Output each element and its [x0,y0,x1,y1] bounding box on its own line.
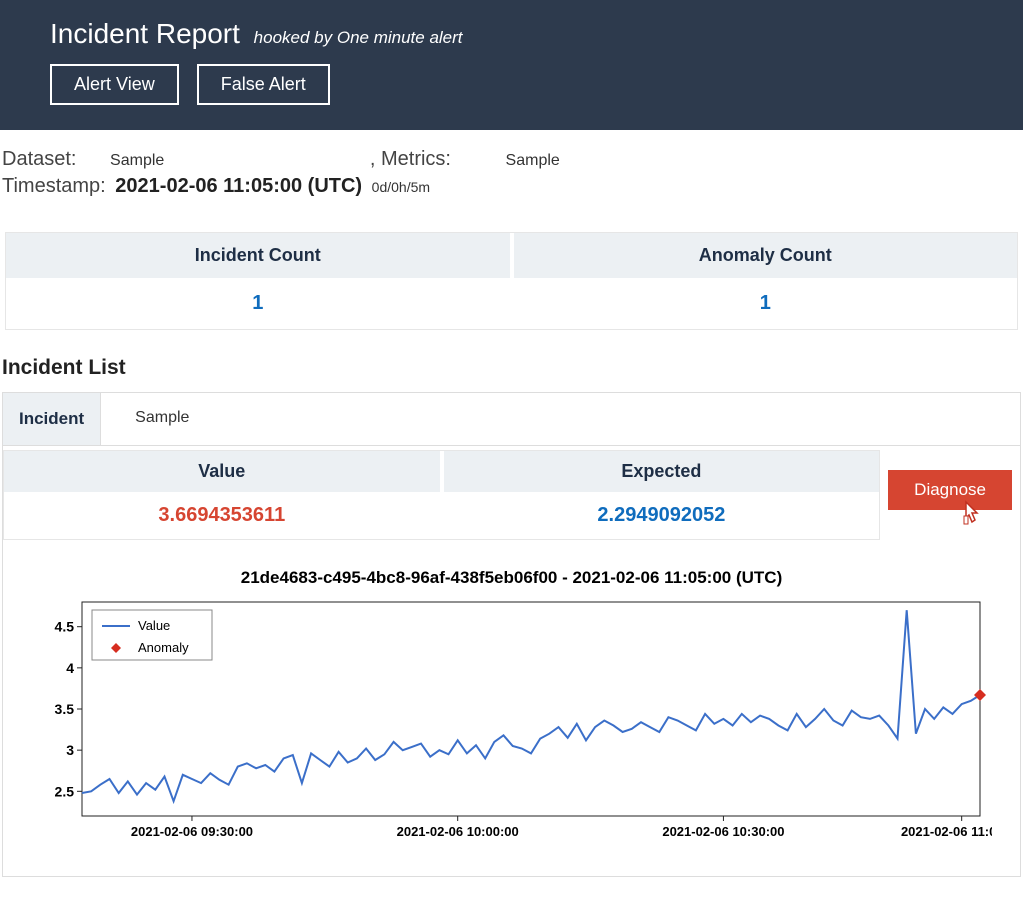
timestamp-row: Timestamp: 2021-02-06 11:05:00 (UTC) 0d/… [2,175,1021,198]
expected-number: 2.2949092052 [444,492,880,539]
counts-table: Incident Count 1 Anomaly Count 1 [5,232,1018,330]
header-bar: Incident Report hooked by One minute ale… [0,0,1023,130]
value-number: 3.6694353611 [4,492,440,539]
expected-header: Expected [444,451,880,492]
anomaly-count-col: Anomaly Count 1 [514,233,1018,329]
alert-view-button[interactable]: Alert View [50,64,179,105]
svg-text:2.5: 2.5 [54,783,74,799]
metadata-section: Dataset: Sample , Metrics: Sample Timest… [0,130,1023,208]
header-button-row: Alert View False Alert [50,64,973,105]
incident-panel: Incident Sample Value 3.6694353611 Expec… [2,392,1021,877]
incident-count-value: 1 [6,278,510,329]
svg-text:Anomaly: Anomaly [138,640,189,655]
svg-text:2021-02-06 10:30:00: 2021-02-06 10:30:00 [662,824,784,839]
dataset-value: Sample [110,152,164,169]
metrics-label: , Metrics: [370,148,451,170]
svg-text:4: 4 [66,660,74,676]
incident-count-col: Incident Count 1 [6,233,514,329]
value-expected-row: Value 3.6694353611 Expected 2.2949092052… [3,446,1020,540]
title-text: Incident Report [50,18,240,49]
svg-text:Value: Value [138,618,170,633]
timestamp-label: Timestamp: [2,175,106,197]
svg-text:3: 3 [66,742,74,758]
tab-incident[interactable]: Incident [3,393,101,445]
chart-container: 21de4683-c495-4bc8-96af-438f5eb06f00 - 2… [3,540,1020,876]
tab-incident-extra: Sample [101,393,223,445]
svg-text:4.5: 4.5 [54,619,74,635]
value-col: Value 3.6694353611 [4,451,444,539]
dataset-label: Dataset: [2,148,76,170]
diagnose-button[interactable]: Diagnose [888,470,1012,510]
page-title: Incident Report hooked by One minute ale… [50,18,973,50]
value-expected-table: Value 3.6694353611 Expected 2.2949092052 [3,450,880,540]
expected-col: Expected 2.2949092052 [444,451,880,539]
anomaly-count-value: 1 [514,278,1018,329]
title-subtitle: hooked by One minute alert [254,28,463,47]
tab-row: Incident Sample [3,393,1020,446]
anomaly-count-header: Anomaly Count [514,233,1018,278]
incident-list-title: Incident List [2,356,1021,380]
diagnose-wrap: Diagnose [880,446,1020,510]
svg-text:2021-02-06 10:00:00: 2021-02-06 10:00:00 [396,824,518,839]
svg-text:3.5: 3.5 [54,701,74,717]
dataset-metrics-row: Dataset: Sample , Metrics: Sample [2,148,1021,171]
duration-value: 0d/0h/5m [372,179,430,195]
chart-title: 21de4683-c495-4bc8-96af-438f5eb06f00 - 2… [23,568,1000,588]
incident-count-header: Incident Count [6,233,510,278]
metrics-value: Sample [506,152,560,169]
value-header: Value [4,451,440,492]
svg-text:2021-02-06 09:30:00: 2021-02-06 09:30:00 [130,824,252,839]
false-alert-button[interactable]: False Alert [197,64,330,105]
line-chart: 2.5 3 3.5 4 4.5 2021-02-06 09:30:00 2021-02-06… [32,596,992,856]
timestamp-value: 2021-02-06 11:05:00 (UTC) [115,175,362,197]
svg-text:2021-02-06 11:00:00: 2021-02-06 11:00:00 [900,824,991,839]
